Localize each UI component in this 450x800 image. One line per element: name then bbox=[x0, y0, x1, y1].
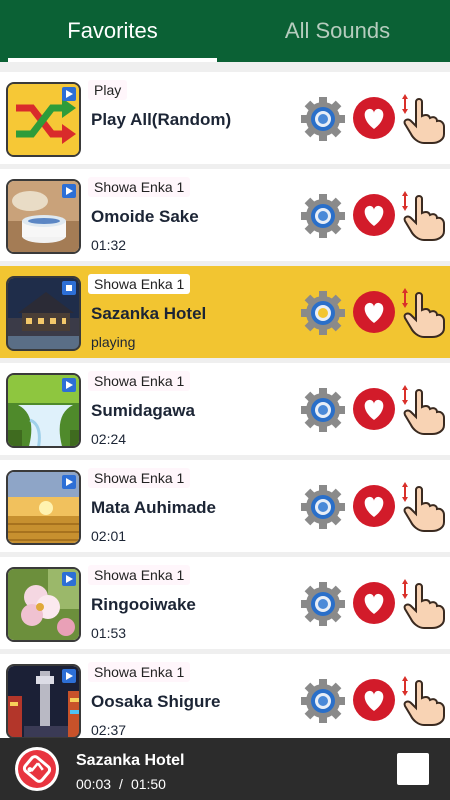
play-icon bbox=[62, 184, 76, 198]
list-item[interactable]: Showa Enka 1 Sumidagawa 02:24 bbox=[0, 363, 450, 455]
item-category: Showa Enka 1 bbox=[88, 468, 191, 488]
now-playing-bar[interactable]: Sazanka Hotel 00:03 / 01:50 bbox=[0, 738, 450, 800]
favorite-heart-icon[interactable] bbox=[352, 484, 396, 528]
drag-hand-icon[interactable] bbox=[398, 383, 446, 435]
play-icon bbox=[62, 87, 76, 101]
list-item[interactable]: Play Play All(Random) bbox=[0, 72, 450, 164]
play-icon bbox=[62, 572, 76, 586]
drag-hand-icon[interactable] bbox=[398, 92, 446, 144]
item-category: Showa Enka 1 bbox=[88, 274, 191, 294]
item-title: Omoide Sake bbox=[91, 207, 199, 226]
tab-favorites[interactable]: Favorites bbox=[0, 0, 225, 62]
ringooiwake-thumbnail bbox=[6, 567, 81, 642]
sound-list[interactable]: Play Play All(Random) Showa Enka 1 Omoid… bbox=[0, 62, 450, 738]
now-playing-time: 00:03 / 01:50 bbox=[76, 776, 170, 792]
drag-hand-icon[interactable] bbox=[398, 286, 446, 338]
play-icon bbox=[62, 669, 76, 683]
favorite-heart-icon[interactable] bbox=[352, 678, 396, 722]
item-title: Sazanka Hotel bbox=[91, 304, 207, 323]
time-separator: / bbox=[119, 776, 123, 792]
settings-gear-icon[interactable] bbox=[300, 96, 346, 142]
item-title: Oosaka Shigure bbox=[91, 692, 221, 711]
favorite-heart-icon[interactable] bbox=[352, 387, 396, 431]
favorite-heart-icon[interactable] bbox=[352, 290, 396, 334]
list-item[interactable]: Showa Enka 1 Omoide Sake 01:32 bbox=[0, 169, 450, 261]
settings-gear-icon[interactable] bbox=[300, 484, 346, 530]
tab-favorites-label: Favorites bbox=[67, 18, 158, 43]
sumidagawa-thumbnail bbox=[6, 373, 81, 448]
item-category: Showa Enka 1 bbox=[88, 371, 191, 391]
tab-all-sounds[interactable]: All Sounds bbox=[225, 0, 450, 62]
settings-gear-icon[interactable] bbox=[300, 290, 346, 336]
oosaka-shigure-thumbnail bbox=[6, 664, 81, 738]
item-duration: 02:24 bbox=[91, 431, 127, 447]
play-icon bbox=[62, 281, 76, 295]
settings-gear-icon[interactable] bbox=[300, 387, 346, 433]
now-playing-title: Sazanka Hotel bbox=[76, 752, 185, 769]
list-item-playing[interactable]: Showa Enka 1 Sazanka Hotel playing bbox=[0, 266, 450, 358]
list-item[interactable]: Showa Enka 1 Ringooiwake 01:53 bbox=[0, 557, 450, 649]
item-duration: 02:01 bbox=[91, 528, 127, 544]
item-title: Mata Auhimade bbox=[91, 498, 217, 517]
elapsed-time: 00:03 bbox=[76, 776, 112, 792]
app-root: Favorites All Sounds Play Play All(Rando… bbox=[0, 0, 450, 800]
omoide-sake-thumbnail bbox=[6, 179, 81, 254]
favorite-heart-icon[interactable] bbox=[352, 96, 396, 140]
favorite-heart-icon[interactable] bbox=[352, 193, 396, 237]
music-disc-icon[interactable] bbox=[14, 746, 60, 792]
tab-bar: Favorites All Sounds bbox=[0, 0, 450, 62]
settings-gear-icon[interactable] bbox=[300, 193, 346, 239]
sazanka-hotel-thumbnail bbox=[6, 276, 81, 351]
drag-hand-icon[interactable] bbox=[398, 577, 446, 629]
shuffle-thumbnail bbox=[6, 82, 81, 157]
list-item[interactable]: Showa Enka 1 Mata Auhimade 02:01 bbox=[0, 460, 450, 552]
item-category: Showa Enka 1 bbox=[88, 662, 191, 682]
item-category: Showa Enka 1 bbox=[88, 177, 191, 197]
tab-all-sounds-label: All Sounds bbox=[284, 18, 391, 43]
item-category: Play bbox=[88, 80, 128, 100]
stop-button[interactable] bbox=[397, 753, 429, 785]
list-item[interactable]: Showa Enka 1 Oosaka Shigure 02:37 bbox=[0, 654, 450, 738]
favorite-heart-icon[interactable] bbox=[352, 581, 396, 625]
settings-gear-icon[interactable] bbox=[300, 678, 346, 724]
drag-hand-icon[interactable] bbox=[398, 189, 446, 241]
item-title: Play All(Random) bbox=[91, 110, 232, 129]
play-icon bbox=[62, 378, 76, 392]
drag-hand-icon[interactable] bbox=[398, 480, 446, 532]
item-duration: 01:53 bbox=[91, 625, 127, 641]
settings-gear-icon[interactable] bbox=[300, 581, 346, 627]
item-duration: 01:32 bbox=[91, 237, 127, 253]
item-duration: 02:37 bbox=[91, 722, 127, 738]
play-icon bbox=[62, 475, 76, 489]
drag-hand-icon[interactable] bbox=[398, 674, 446, 726]
item-category: Showa Enka 1 bbox=[88, 565, 191, 585]
item-status: playing bbox=[91, 334, 136, 350]
total-duration: 01:50 bbox=[130, 776, 166, 792]
mata-auhimade-thumbnail bbox=[6, 470, 81, 545]
item-title: Ringooiwake bbox=[91, 595, 196, 614]
item-title: Sumidagawa bbox=[91, 401, 195, 420]
